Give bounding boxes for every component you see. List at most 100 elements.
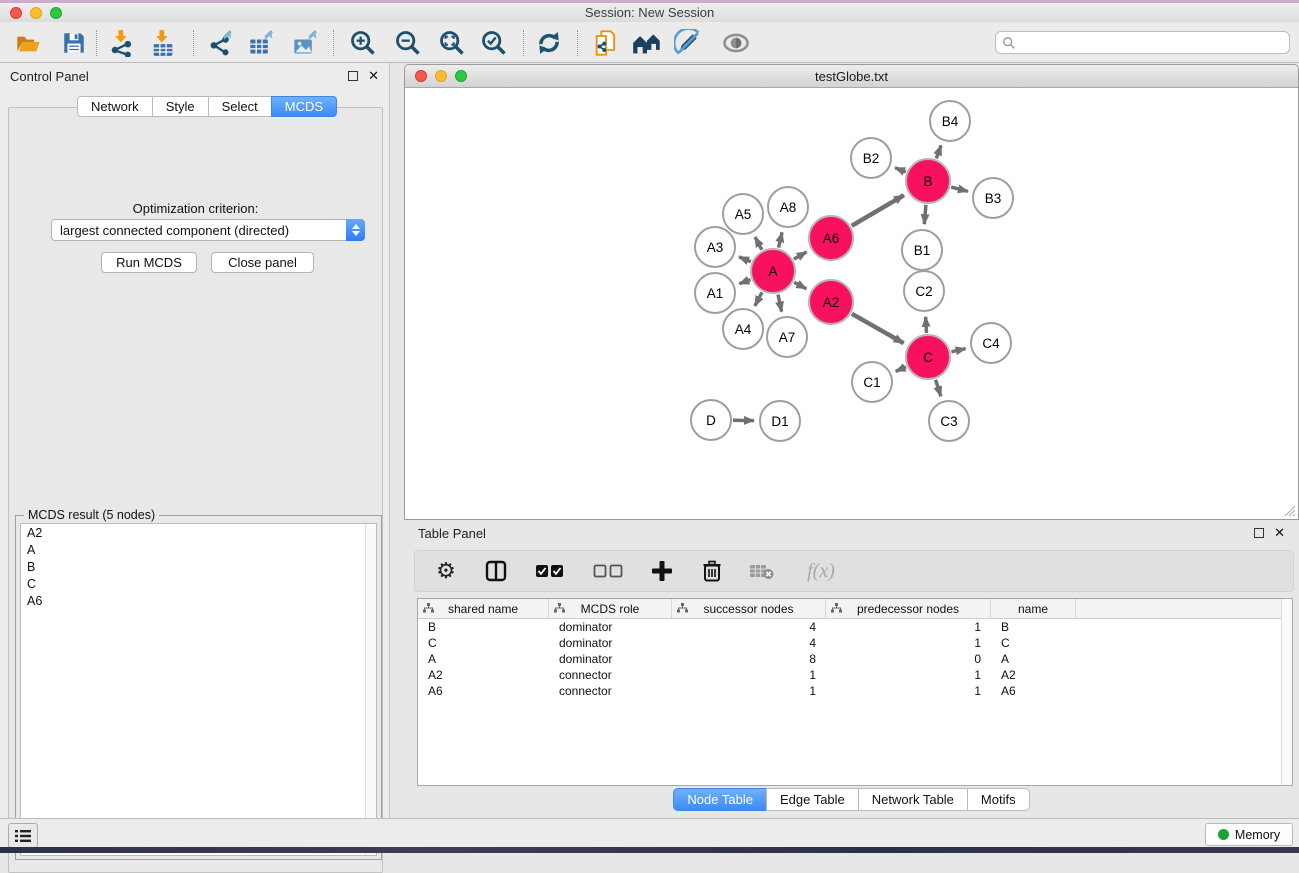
network-window-titlebar[interactable]: testGlobe.txt bbox=[405, 65, 1298, 88]
graph-node-B3[interactable]: B3 bbox=[972, 177, 1014, 219]
tab-network-table[interactable]: Network Table bbox=[858, 788, 968, 811]
edge-A-A7[interactable] bbox=[778, 295, 782, 312]
hide-labels-button[interactable] bbox=[672, 28, 704, 58]
edge-A-A4[interactable] bbox=[755, 292, 762, 306]
graph-node-A6[interactable]: A6 bbox=[808, 215, 854, 261]
close-panel-icon[interactable]: ✕ bbox=[368, 68, 379, 84]
edge-C-C1[interactable] bbox=[896, 367, 906, 372]
edge-A-A6[interactable] bbox=[794, 252, 807, 259]
edge-B-B2[interactable] bbox=[895, 168, 906, 172]
graph-node-A2[interactable]: A2 bbox=[808, 279, 854, 325]
graph-node-D[interactable]: D bbox=[690, 399, 732, 441]
tab-motifs[interactable]: Motifs bbox=[967, 788, 1030, 811]
graph-node-B[interactable]: B bbox=[905, 158, 951, 204]
graph-node-C2[interactable]: C2 bbox=[903, 270, 945, 312]
edge-C-C2[interactable] bbox=[926, 317, 927, 333]
column-header-mcds-role[interactable]: MCDS role bbox=[549, 599, 672, 618]
edge-A-A3[interactable] bbox=[739, 257, 751, 262]
tab-select[interactable]: Select bbox=[208, 96, 272, 117]
open-session-button[interactable] bbox=[12, 28, 44, 58]
list-item[interactable]: A2 bbox=[21, 524, 376, 541]
graph-node-A3[interactable]: A3 bbox=[694, 226, 736, 268]
graph-node-C4[interactable]: C4 bbox=[970, 322, 1012, 364]
run-mcds-button[interactable]: Run MCDS bbox=[101, 252, 197, 273]
edge-C-C4[interactable] bbox=[951, 349, 965, 352]
edge-A6-B[interactable] bbox=[852, 195, 904, 226]
list-item[interactable]: A6 bbox=[21, 592, 376, 609]
table-row[interactable]: A dominator 8 0 A bbox=[418, 651, 1292, 667]
list-item[interactable]: A bbox=[21, 541, 376, 558]
mcds-result-list[interactable]: A2 A B C A6 bbox=[20, 523, 377, 856]
deselect-all-button[interactable] bbox=[591, 558, 625, 584]
tab-style[interactable]: Style bbox=[152, 96, 209, 117]
list-item[interactable]: C bbox=[21, 575, 376, 592]
network-canvas[interactable]: A A6 A2 B C A1 A3 A4 A5 A7 A8 B1 B2 B3 B… bbox=[406, 89, 1298, 519]
tab-node-table[interactable]: Node Table bbox=[673, 788, 767, 811]
float-panel-icon[interactable] bbox=[348, 71, 358, 81]
graph-node-A1[interactable]: A1 bbox=[694, 272, 736, 314]
export-table-button[interactable] bbox=[246, 28, 278, 58]
resize-grip[interactable] bbox=[1282, 503, 1296, 517]
edge-A-A5[interactable] bbox=[755, 237, 762, 250]
task-history-button[interactable] bbox=[8, 823, 38, 848]
list-item[interactable]: B bbox=[21, 558, 376, 575]
close-panel-icon[interactable]: ✕ bbox=[1274, 525, 1285, 541]
node-table[interactable]: shared name MCDS role successor nodes pr… bbox=[417, 598, 1293, 786]
graph-node-D1[interactable]: D1 bbox=[759, 400, 801, 442]
show-columns-button[interactable] bbox=[483, 558, 509, 584]
table-row[interactable]: C dominator 4 1 C bbox=[418, 635, 1292, 651]
edge-B-B1[interactable] bbox=[924, 205, 926, 224]
table-options-button[interactable]: ⚙ bbox=[433, 558, 459, 584]
edge-B-B3[interactable] bbox=[951, 187, 968, 191]
table-row[interactable]: A6 connector 1 1 A6 bbox=[418, 683, 1292, 699]
save-session-button[interactable] bbox=[58, 28, 90, 58]
zoom-fit-button[interactable] bbox=[436, 28, 468, 58]
column-header-predecessor-nodes[interactable]: predecessor nodes bbox=[826, 599, 991, 618]
search-field[interactable] bbox=[995, 31, 1290, 54]
import-network-button[interactable] bbox=[106, 28, 138, 58]
column-header-successor-nodes[interactable]: successor nodes bbox=[672, 599, 826, 618]
refresh-layout-button[interactable] bbox=[533, 28, 565, 58]
zoom-out-button[interactable] bbox=[392, 28, 424, 58]
memory-button[interactable]: Memory bbox=[1205, 823, 1293, 846]
export-image-button[interactable] bbox=[290, 28, 322, 58]
show-graphics-details-button[interactable] bbox=[720, 28, 752, 58]
function-builder-button[interactable]: f(x) bbox=[799, 558, 843, 584]
graph-node-A4[interactable]: A4 bbox=[722, 308, 764, 350]
graph-node-C1[interactable]: C1 bbox=[851, 361, 893, 403]
column-header-name[interactable]: name bbox=[991, 599, 1076, 618]
graph-node-B2[interactable]: B2 bbox=[850, 137, 892, 179]
import-table-button[interactable] bbox=[147, 28, 179, 58]
edge-A2-C[interactable] bbox=[852, 314, 904, 343]
delete-table-button[interactable] bbox=[749, 558, 775, 584]
scrollbar-track[interactable] bbox=[365, 524, 376, 855]
graph-node-B4[interactable]: B4 bbox=[929, 100, 971, 142]
table-row[interactable]: B dominator 4 1 B bbox=[418, 619, 1292, 635]
table-row[interactable]: A2 connector 1 1 A2 bbox=[418, 667, 1292, 683]
select-all-button[interactable] bbox=[533, 558, 567, 584]
graph-node-B1[interactable]: B1 bbox=[901, 229, 943, 271]
graph-node-C3[interactable]: C3 bbox=[928, 400, 970, 442]
edge-C-C3[interactable] bbox=[936, 380, 941, 397]
zoom-selected-button[interactable] bbox=[478, 28, 510, 58]
scrollbar-track[interactable] bbox=[1281, 599, 1292, 785]
graph-node-A7[interactable]: A7 bbox=[766, 316, 808, 358]
export-network-button[interactable] bbox=[206, 28, 238, 58]
graph-node-C[interactable]: C bbox=[905, 334, 951, 380]
close-panel-button[interactable]: Close panel bbox=[211, 252, 314, 273]
search-input[interactable] bbox=[1020, 36, 1289, 50]
column-header-shared-name[interactable]: shared name bbox=[418, 599, 549, 618]
criterion-dropdown[interactable]: largest connected component (directed) bbox=[51, 219, 365, 241]
tab-mcds[interactable]: MCDS bbox=[271, 96, 337, 117]
edge-B-B4[interactable] bbox=[936, 145, 941, 158]
tab-edge-table[interactable]: Edge Table bbox=[766, 788, 859, 811]
first-neighbors-button[interactable] bbox=[631, 28, 663, 58]
edge-A-A2[interactable] bbox=[794, 282, 806, 289]
graph-node-A5[interactable]: A5 bbox=[722, 193, 764, 235]
edge-A-A1[interactable] bbox=[739, 280, 750, 284]
graph-node-A8[interactable]: A8 bbox=[767, 186, 809, 228]
tab-network[interactable]: Network bbox=[77, 96, 153, 117]
delete-column-button[interactable] bbox=[699, 558, 725, 584]
edge-A-A8[interactable] bbox=[779, 232, 783, 247]
float-panel-icon[interactable] bbox=[1254, 528, 1264, 538]
